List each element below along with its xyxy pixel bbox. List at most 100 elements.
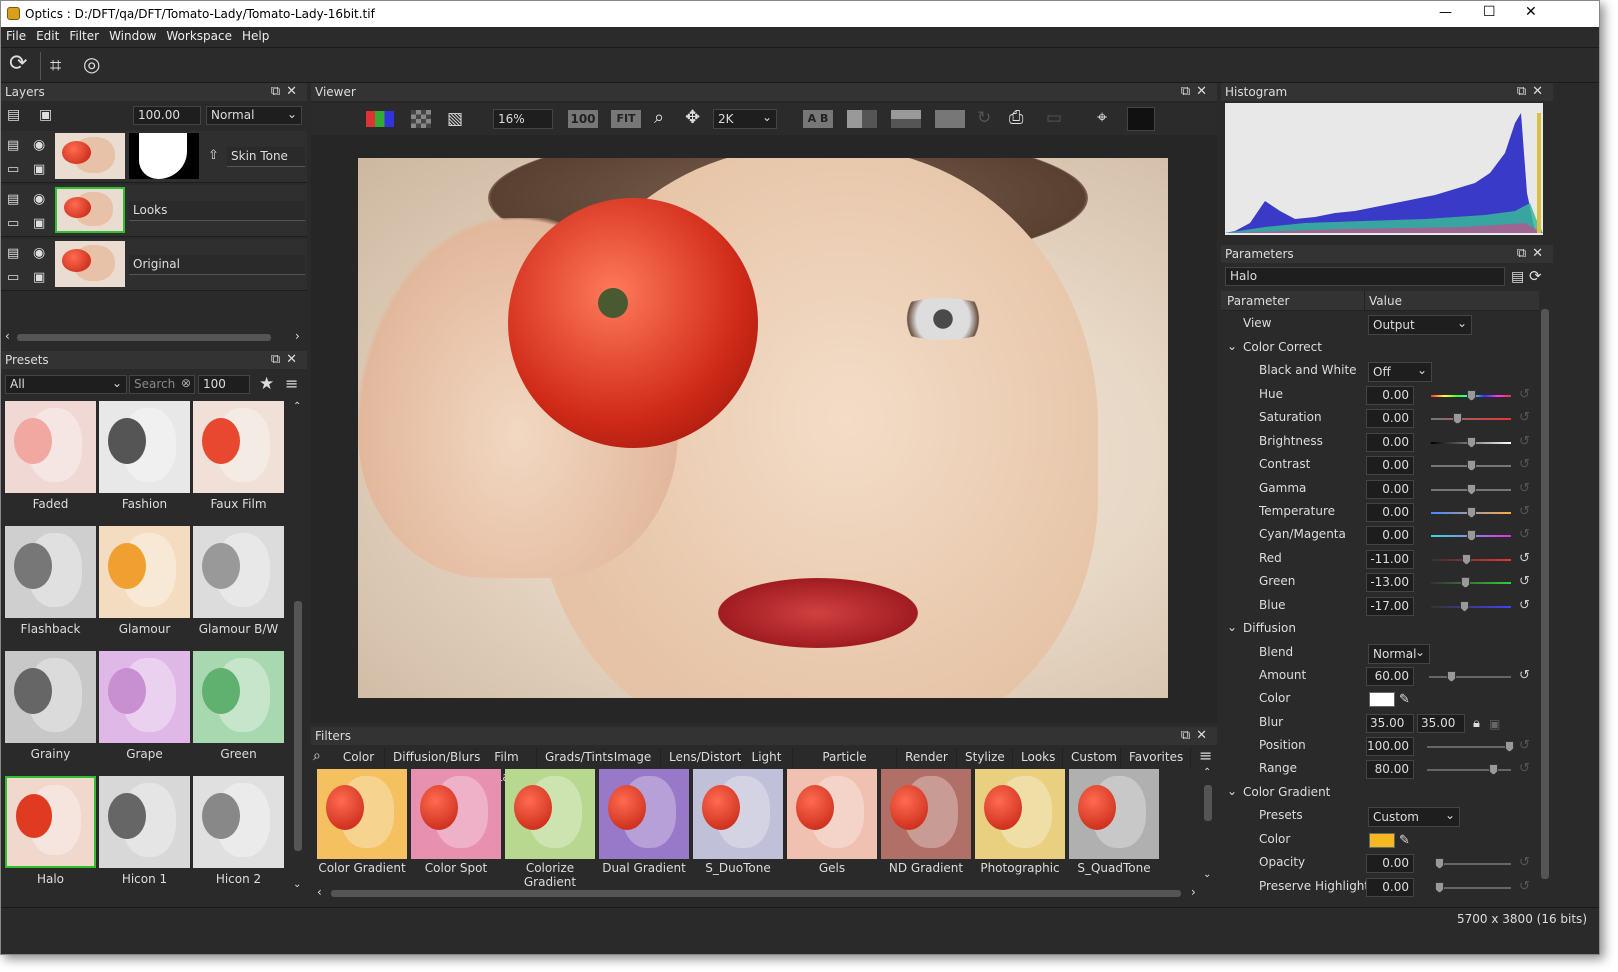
filter-thumbnail[interactable] — [411, 769, 501, 859]
presets-vscrollbar[interactable]: ⌃ ⌄ — [291, 401, 305, 895]
menu-icon[interactable]: ≡ — [1199, 747, 1212, 765]
filter-tab[interactable]: Particle Illusion — [793, 747, 897, 784]
reset-icon[interactable]: ↺ — [1519, 598, 1530, 613]
slider-knob[interactable] — [1447, 671, 1456, 682]
menu-filter[interactable]: Filter — [64, 27, 104, 45]
rgb-channels-icon[interactable] — [366, 111, 394, 127]
layer-thumbnail[interactable] — [55, 241, 125, 287]
preset-thumbnail[interactable] — [99, 526, 190, 618]
param-slider[interactable] — [1431, 390, 1511, 401]
blur-y-field[interactable]: 35.00 — [1417, 714, 1465, 733]
filter-tab[interactable]: Stylize — [957, 747, 1013, 767]
scroll-right-icon[interactable]: › — [295, 329, 300, 343]
menu-workspace[interactable]: Workspace — [161, 27, 237, 45]
reset-icon[interactable]: ↺ — [1519, 855, 1530, 870]
filter-tab[interactable]: Color — [333, 747, 385, 767]
slider-knob[interactable] — [1453, 413, 1462, 425]
histogram-toggle-icon[interactable] — [1127, 107, 1155, 131]
reset-icon[interactable]: ↺ — [1519, 387, 1530, 402]
layer-thumbnail[interactable] — [55, 187, 125, 233]
preset-search-input[interactable]: Search ⊗ — [129, 375, 195, 394]
document-icon[interactable]: ▤ — [1511, 268, 1524, 286]
scroll-down-icon[interactable]: ⌄ — [1203, 869, 1211, 880]
camera-icon[interactable]: ⎙ — [1009, 109, 1023, 127]
param-value-field[interactable]: -11.00 — [1366, 549, 1414, 569]
lock-icon[interactable]: 🔒︎ — [1473, 715, 1480, 733]
range-field[interactable]: 80.00 — [1366, 760, 1414, 779]
slider-knob[interactable] — [1467, 530, 1476, 542]
panel-float-close-icon[interactable]: ⧉✕ — [271, 83, 303, 101]
param-value-field[interactable]: 0.00 — [1366, 479, 1414, 499]
param-value-field[interactable]: 0.00 — [1366, 456, 1414, 476]
preset-thumbnail[interactable] — [193, 651, 284, 743]
param-slider[interactable] — [1431, 507, 1511, 518]
preset-thumbnail[interactable] — [5, 526, 96, 618]
reset-icon[interactable]: ↺ — [1519, 574, 1530, 589]
reset-icon[interactable]: ↺ — [1519, 761, 1530, 776]
preset-category-select[interactable]: All ⌄ — [5, 375, 127, 394]
filter-tab[interactable]: Grads/Tints — [537, 747, 613, 767]
monitor-icon[interactable]: ▭ — [7, 161, 19, 179]
close-button[interactable]: ✕ — [1525, 4, 1537, 20]
layer-row[interactable]: ▤ ◉ ▭ ▣ ⇧ Skin Tone — [1, 131, 307, 183]
menu-file[interactable]: File — [1, 27, 31, 45]
param-value-field[interactable]: 0.00 — [1366, 526, 1414, 546]
preserve-highlights-slider[interactable] — [1435, 882, 1511, 893]
loop-icon[interactable]: ↻ — [977, 109, 991, 127]
layer-name[interactable]: Original — [129, 255, 305, 275]
fit-icon[interactable]: ▣ — [33, 269, 45, 287]
layer-blend-select[interactable]: Normal ⌄ — [206, 106, 302, 125]
param-slider[interactable] — [1431, 413, 1511, 425]
zoom-field[interactable]: 16% — [493, 109, 553, 129]
slider-knob[interactable] — [1460, 600, 1469, 612]
filter-thumbnail[interactable] — [317, 769, 407, 859]
slider-knob[interactable] — [1467, 436, 1476, 448]
opacity-slider[interactable] — [1435, 858, 1511, 869]
pan-icon[interactable]: ✥ — [685, 109, 700, 127]
reset-icon[interactable]: ↺ — [1519, 410, 1530, 425]
split-vertical-icon[interactable] — [847, 110, 877, 128]
panel-float-close-icon[interactable]: ⧉✕ — [1517, 83, 1549, 101]
filter-thumbnail[interactable] — [599, 769, 689, 859]
preset-thumbnail[interactable] — [5, 776, 96, 868]
panel-float-close-icon[interactable]: ⧉✕ — [1181, 83, 1213, 101]
layer-thumbnail[interactable] — [55, 133, 125, 179]
panel-float-close-icon[interactable]: ⧉✕ — [271, 351, 303, 369]
blur-x-field[interactable]: 35.00 — [1366, 714, 1414, 733]
star-icon[interactable]: ★ — [259, 375, 274, 393]
bw-select[interactable]: Off ⌄ — [1368, 362, 1432, 382]
mask-icon[interactable]: ▣ — [39, 106, 52, 124]
clear-search-icon[interactable]: ⊗ — [181, 376, 191, 390]
preset-thumbnail[interactable] — [193, 526, 284, 618]
eye-icon[interactable]: ◉ — [33, 244, 45, 262]
blend-select[interactable]: Normal ⌄ — [1368, 644, 1430, 664]
refresh-icon[interactable]: ⟳ — [1529, 267, 1542, 285]
layer-settings-icon[interactable]: ▤ — [7, 191, 19, 209]
refresh-icon[interactable]: ⟳ — [9, 53, 27, 75]
cg-presets-select[interactable]: Custom ⌄ — [1368, 807, 1460, 827]
param-slider[interactable] — [1431, 460, 1511, 472]
preset-thumbnail[interactable] — [193, 776, 284, 868]
panel-float-close-icon[interactable]: ⧉✕ — [1517, 245, 1549, 263]
section-diffusion[interactable]: ⌄ Diffusion — [1221, 618, 1537, 641]
section-color-gradient[interactable]: ⌄ Color Gradient — [1221, 782, 1537, 805]
checker-icon[interactable] — [411, 110, 431, 128]
layer-row[interactable]: ▤ ◉ ▭ ▣ Original — [1, 239, 307, 291]
display-icon[interactable]: ▭ — [1046, 109, 1062, 127]
viewer-image[interactable] — [358, 158, 1168, 698]
range-slider[interactable] — [1427, 764, 1511, 775]
filter-tab[interactable]: Lens/Distort — [661, 747, 741, 767]
color-swatch[interactable] — [1369, 692, 1395, 707]
scroll-thumb[interactable] — [1204, 785, 1212, 821]
params-vscrollbar[interactable] — [1539, 291, 1551, 901]
layer-row[interactable]: ▤ ◉ ▭ ▣ Looks — [1, 185, 307, 237]
layers-hscrollbar[interactable]: ‹ › — [1, 329, 307, 345]
param-value-field[interactable]: 0.00 — [1366, 409, 1414, 429]
slider-knob[interactable] — [1467, 507, 1476, 518]
layer-name[interactable]: Skin Tone — [227, 147, 305, 167]
filter-thumbnail[interactable] — [1069, 769, 1159, 859]
view-select[interactable]: Output ⌄ — [1368, 315, 1472, 335]
position-slider[interactable] — [1427, 741, 1514, 752]
filter-thumbnail[interactable] — [693, 769, 783, 859]
fit-icon[interactable]: ▣ — [33, 215, 45, 233]
